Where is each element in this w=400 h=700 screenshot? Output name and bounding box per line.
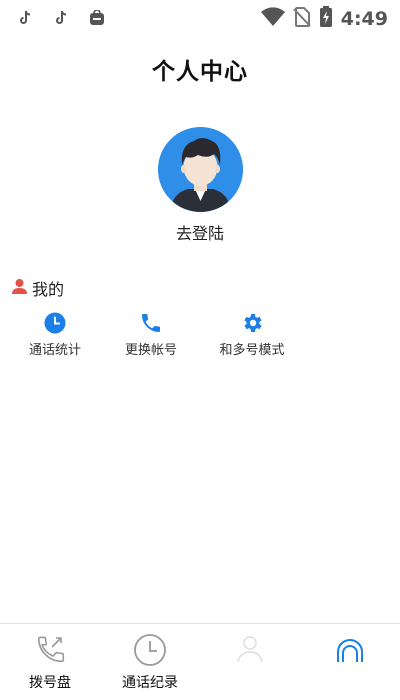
phone-icon xyxy=(142,314,160,332)
no-sim-icon xyxy=(293,7,311,31)
battery-charging-icon xyxy=(319,6,333,32)
my-section-title: 我的 xyxy=(32,280,65,299)
nav-label: 拨号盘 xyxy=(29,675,71,691)
menu-item-switch-account[interactable]: 更换帐号 xyxy=(96,311,206,358)
dialer-phone-icon xyxy=(37,636,65,663)
nav-label: 通话纪录 xyxy=(122,675,178,691)
clock-icon xyxy=(134,634,166,666)
page-title: 个人中心 xyxy=(152,59,248,85)
menu-item-multi-number-mode[interactable]: 和多号模式 xyxy=(197,311,307,358)
contacts-icon xyxy=(237,636,263,663)
menu-item-call-stats[interactable]: 通话统计 xyxy=(0,311,110,358)
nav-item-dialer[interactable]: 拨号盘 xyxy=(0,632,100,692)
clock-icon xyxy=(44,312,66,334)
wifi-icon xyxy=(260,7,285,31)
status-time: 4:49 xyxy=(340,8,388,30)
menu-item-label: 和多号模式 xyxy=(219,343,285,358)
nav-item-profile[interactable] xyxy=(300,632,400,672)
store-icon xyxy=(86,8,108,28)
bottom-nav: 拨号盘 通话纪录 xyxy=(0,623,400,700)
my-section-header: 我的 xyxy=(11,276,64,300)
login-link[interactable]: 去登陆 xyxy=(0,220,400,244)
status-bar: 4:49 xyxy=(0,0,400,36)
profile-icon xyxy=(337,639,363,662)
user-avatar-icon xyxy=(158,127,243,212)
tiktok-icon xyxy=(14,8,36,28)
person-icon xyxy=(11,278,28,299)
tiktok-icon xyxy=(50,8,72,28)
menu-item-label: 更换帐号 xyxy=(124,343,177,358)
nav-item-call-log[interactable]: 通话纪录 xyxy=(100,632,200,692)
menu-item-label: 通话统计 xyxy=(28,343,81,358)
avatar[interactable] xyxy=(158,127,243,212)
gear-icon xyxy=(244,314,262,332)
nav-item-contacts[interactable] xyxy=(200,632,300,672)
